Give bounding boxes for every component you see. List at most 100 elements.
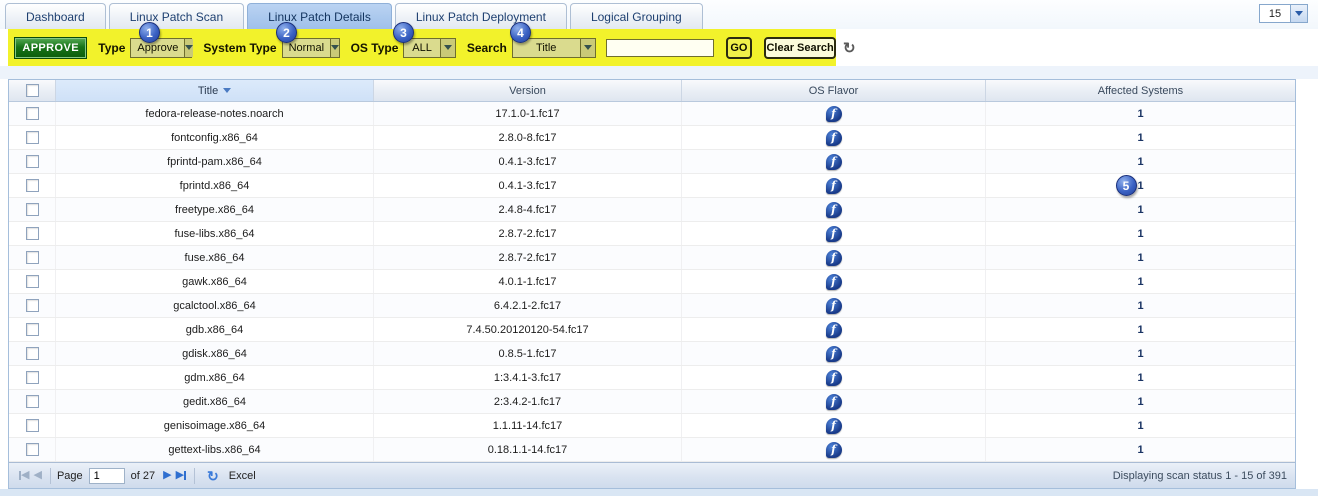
- clear-search-button[interactable]: Clear Search: [764, 36, 837, 59]
- row-checkbox-cell: [9, 198, 56, 221]
- row-affected-systems: 1: [986, 246, 1295, 269]
- row-checkbox[interactable]: [25, 443, 39, 456]
- os-type-select[interactable]: ALL: [403, 37, 456, 58]
- affected-count-link[interactable]: 1: [1137, 276, 1143, 288]
- row-checkbox[interactable]: [25, 227, 39, 240]
- fedora-icon: f: [825, 105, 842, 122]
- row-checkbox-cell: [9, 174, 56, 197]
- row-checkbox[interactable]: [25, 419, 39, 432]
- affected-count-link[interactable]: 1: [1137, 180, 1143, 192]
- row-version: 1.1.11-14.fc17: [374, 414, 682, 437]
- type-label: Type: [98, 40, 126, 55]
- row-affected-systems: 1: [986, 270, 1295, 293]
- row-checkbox-cell: [9, 366, 56, 389]
- row-affected-systems: 1: [986, 318, 1295, 341]
- row-os-flavor: f: [682, 366, 986, 389]
- row-affected-systems: 1: [986, 126, 1295, 149]
- affected-count-link[interactable]: 1: [1137, 324, 1143, 336]
- search-input[interactable]: [605, 38, 714, 57]
- row-checkbox[interactable]: [25, 179, 39, 192]
- row-checkbox[interactable]: [25, 275, 39, 288]
- fedora-icon: f: [825, 249, 842, 266]
- table-row: gawk.x86_64 4.0.1-1.fc17 f 1: [9, 270, 1295, 294]
- row-checkbox[interactable]: [25, 107, 39, 120]
- excel-export-button[interactable]: Excel: [229, 470, 256, 482]
- row-version: 0.4.1-3.fc17: [374, 174, 682, 197]
- chevron-down-icon[interactable]: [1290, 5, 1307, 22]
- row-checkbox[interactable]: [25, 203, 39, 216]
- tab-linux-patch-details[interactable]: Linux Patch Details: [247, 3, 392, 29]
- tab-dashboard[interactable]: Dashboard: [5, 3, 106, 29]
- tab-logical-grouping[interactable]: Logical Grouping: [569, 3, 703, 29]
- affected-count-link[interactable]: 1: [1137, 204, 1143, 216]
- pager-divider: [49, 467, 51, 484]
- affected-count-link[interactable]: 1: [1137, 108, 1143, 120]
- row-checkbox[interactable]: [25, 323, 39, 336]
- page-input[interactable]: [88, 467, 125, 484]
- row-title: gdm.x86_64: [56, 366, 374, 389]
- go-button[interactable]: GO: [725, 36, 753, 59]
- affected-count-link[interactable]: 1: [1137, 228, 1143, 240]
- affected-count-link[interactable]: 1: [1137, 420, 1143, 432]
- row-title: gdisk.x86_64: [56, 342, 374, 365]
- row-checkbox[interactable]: [25, 131, 39, 144]
- row-version: 6.4.2.1-2.fc17: [374, 294, 682, 317]
- row-checkbox[interactable]: [25, 395, 39, 408]
- affected-count-link[interactable]: 1: [1137, 372, 1143, 384]
- row-checkbox-cell: [9, 102, 56, 125]
- table-row: fprintd.x86_64 0.4.1-3.fc17 f 1 5: [9, 174, 1295, 198]
- row-checkbox[interactable]: [25, 347, 39, 360]
- annotation-2: 2: [276, 22, 297, 43]
- last-page-button[interactable]: ▶: [176, 467, 187, 485]
- type-select[interactable]: Approve: [130, 37, 194, 58]
- affected-count-link[interactable]: 1: [1137, 132, 1143, 144]
- row-version: 2.8.7-2.fc17: [374, 246, 682, 269]
- row-affected-systems: 1: [986, 294, 1295, 317]
- affected-count-link[interactable]: 1: [1137, 300, 1143, 312]
- affected-count-link[interactable]: 1: [1137, 396, 1143, 408]
- row-version: 7.4.50.20120120-54.fc17: [374, 318, 682, 341]
- row-affected-systems: 15: [986, 174, 1295, 197]
- approve-button[interactable]: APPROVE: [14, 36, 88, 59]
- page-bottom-strip: [0, 489, 1318, 496]
- refresh-icon[interactable]: ↻: [843, 41, 856, 56]
- column-header-os-flavor[interactable]: OS Flavor: [682, 80, 986, 101]
- row-title: fuse-libs.x86_64: [56, 222, 374, 245]
- tab-bar: Dashboard Linux Patch Scan Linux Patch D…: [0, 0, 1318, 29]
- row-title: fontconfig.x86_64: [56, 126, 374, 149]
- annotation-1: 1: [139, 22, 160, 43]
- chevron-down-icon: [439, 38, 455, 57]
- row-checkbox[interactable]: [25, 299, 39, 312]
- column-header-title[interactable]: Title: [56, 80, 374, 101]
- tab-linux-patch-scan[interactable]: Linux Patch Scan: [108, 3, 245, 29]
- table-row: gcalctool.x86_64 6.4.2.1-2.fc17 f 1: [9, 294, 1295, 318]
- row-title: gdb.x86_64: [56, 318, 374, 341]
- affected-count-link[interactable]: 1: [1137, 156, 1143, 168]
- row-checkbox[interactable]: [25, 155, 39, 168]
- row-version: 0.4.1-3.fc17: [374, 150, 682, 173]
- affected-count-link[interactable]: 1: [1137, 444, 1143, 456]
- table-row: gdm.x86_64 1:3.4.1-3.fc17 f 1: [9, 366, 1295, 390]
- row-checkbox[interactable]: [25, 371, 39, 384]
- tab-linux-patch-deployment[interactable]: Linux Patch Deployment: [394, 3, 567, 29]
- column-header-version[interactable]: Version: [374, 80, 682, 101]
- refresh-grid-icon[interactable]: ↻: [207, 469, 219, 483]
- os-type-label: OS Type: [350, 40, 399, 55]
- row-checkbox-cell: [9, 318, 56, 341]
- chevron-down-icon: [579, 38, 595, 57]
- row-checkbox-cell: [9, 270, 56, 293]
- page-size-select[interactable]: 15: [1259, 4, 1308, 23]
- prev-page-button[interactable]: ◀: [33, 467, 41, 485]
- next-page-button[interactable]: ▶: [163, 467, 171, 485]
- affected-count-link[interactable]: 1: [1137, 252, 1143, 264]
- select-all-checkbox[interactable]: [25, 84, 39, 97]
- affected-count-link[interactable]: 1: [1137, 348, 1143, 360]
- first-page-button[interactable]: ◀: [19, 467, 29, 485]
- row-title: genisoimage.x86_64: [56, 414, 374, 437]
- row-os-flavor: f: [682, 198, 986, 221]
- column-header-affected-systems[interactable]: Affected Systems: [986, 80, 1295, 101]
- row-checkbox[interactable]: [25, 251, 39, 264]
- annotation-4: 4: [510, 22, 531, 43]
- annotation-5: 5: [1115, 175, 1137, 196]
- fedora-icon: f: [825, 321, 842, 338]
